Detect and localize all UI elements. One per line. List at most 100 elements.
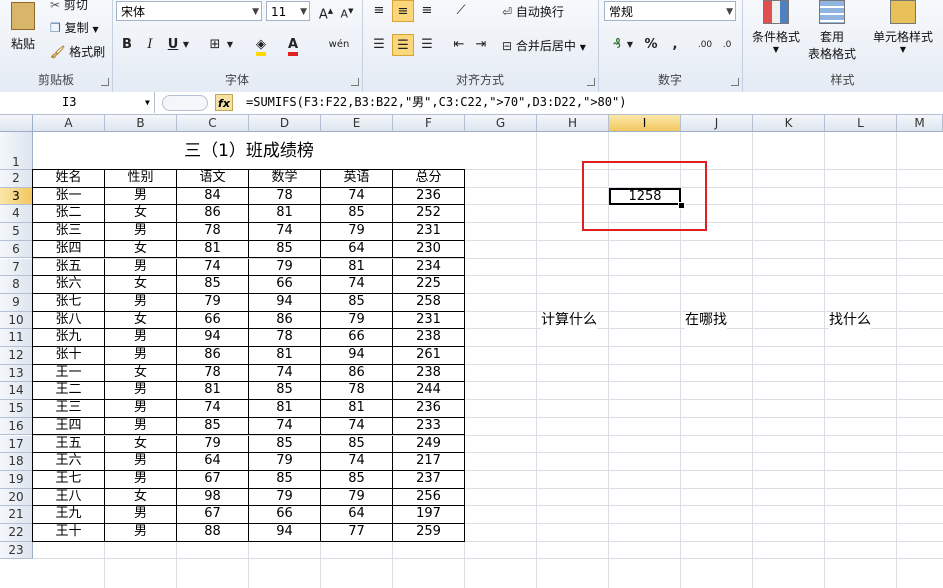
table-data-cell[interactable]: 238 (393, 329, 465, 347)
table-data-cell[interactable]: 男 (105, 453, 177, 471)
table-data-cell[interactable]: 64 (321, 240, 393, 259)
table-data-cell[interactable]: 王一 (33, 364, 105, 383)
dialog-launcher-icon[interactable] (587, 78, 595, 86)
table-data-cell[interactable]: 女 (105, 240, 177, 259)
table-data-cell[interactable]: 94 (321, 347, 393, 365)
wrap-text-button[interactable]: ⏎ 自动换行 (502, 3, 564, 20)
table-data-cell[interactable]: 86 (177, 347, 249, 365)
table-data-cell[interactable]: 79 (177, 435, 249, 454)
column-header-j[interactable]: J (681, 115, 753, 132)
table-data-cell[interactable]: 98 (177, 488, 249, 507)
table-data-cell[interactable]: 88 (177, 524, 249, 542)
paste-button[interactable]: 粘贴 (6, 2, 40, 52)
table-header-cell[interactable]: 总分 (393, 170, 465, 188)
conditional-format-button[interactable]: 条件格式 ▼ (748, 0, 804, 54)
table-data-cell[interactable]: 79 (249, 258, 321, 277)
table-data-cell[interactable]: 张五 (33, 258, 105, 277)
table-data-cell[interactable]: 66 (321, 329, 393, 347)
row-header-17[interactable]: 17 (0, 435, 33, 454)
table-data-cell[interactable]: 252 (393, 205, 465, 224)
table-data-cell[interactable]: 81 (321, 258, 393, 277)
dialog-launcher-icon[interactable] (101, 78, 109, 86)
table-data-cell[interactable]: 张二 (33, 205, 105, 224)
table-data-cell[interactable]: 85 (177, 276, 249, 294)
table-data-cell[interactable]: 79 (321, 488, 393, 507)
table-data-cell[interactable]: 王六 (33, 453, 105, 471)
table-data-cell[interactable]: 张十 (33, 347, 105, 365)
table-data-cell[interactable]: 81 (321, 400, 393, 418)
align-right-button[interactable]: ☰ (416, 34, 438, 56)
column-header-m[interactable]: M (897, 115, 943, 132)
merge-center-button[interactable]: ⊟ 合并后居中 ▼ (502, 37, 586, 54)
row-header-21[interactable]: 21 (0, 506, 33, 524)
row-header-2[interactable]: 2 (0, 170, 33, 188)
row-header-1[interactable]: 1 (0, 132, 33, 170)
table-data-cell[interactable]: 85 (249, 470, 321, 489)
table-header-cell[interactable]: 数学 (249, 170, 321, 188)
row-header-15[interactable]: 15 (0, 400, 33, 418)
table-data-cell[interactable]: 86 (177, 205, 249, 224)
table-data-cell[interactable]: 79 (249, 453, 321, 471)
table-header-cell[interactable]: 英语 (321, 170, 393, 188)
table-data-cell[interactable]: 94 (249, 524, 321, 542)
table-data-cell[interactable]: 81 (249, 400, 321, 418)
column-header-k[interactable]: K (753, 115, 825, 132)
table-data-cell[interactable]: 85 (177, 417, 249, 436)
table-data-cell[interactable]: 王五 (33, 435, 105, 454)
table-data-cell[interactable]: 256 (393, 488, 465, 507)
table-data-cell[interactable]: 男 (105, 506, 177, 524)
column-header-a[interactable]: A (33, 115, 105, 132)
increase-font-button[interactable]: A▲ (315, 0, 337, 22)
table-data-cell[interactable]: 66 (249, 276, 321, 294)
table-data-cell[interactable]: 王四 (33, 417, 105, 436)
row-header-14[interactable]: 14 (0, 382, 33, 401)
font-name-combo[interactable]: 宋体 ▼ (116, 1, 262, 21)
table-header-cell[interactable]: 性别 (105, 170, 177, 188)
table-data-cell[interactable]: 94 (249, 293, 321, 312)
italic-button[interactable]: I (139, 34, 161, 56)
table-data-cell[interactable]: 85 (249, 240, 321, 259)
row-header-3[interactable]: 3 (0, 187, 33, 206)
table-data-cell[interactable]: 77 (321, 524, 393, 542)
table-data-cell[interactable]: 238 (393, 364, 465, 383)
table-data-cell[interactable]: 234 (393, 258, 465, 277)
table-data-cell[interactable]: 74 (321, 276, 393, 294)
table-data-cell[interactable]: 81 (177, 240, 249, 259)
table-data-cell[interactable]: 81 (177, 382, 249, 401)
decrease-indent-button[interactable]: ⇤ (448, 34, 470, 56)
row-header-5[interactable]: 5 (0, 223, 33, 241)
row-header-23[interactable]: 23 (0, 541, 33, 560)
table-data-cell[interactable]: 王八 (33, 488, 105, 507)
table-header-cell[interactable]: 姓名 (33, 170, 105, 188)
table-data-cell[interactable]: 74 (177, 400, 249, 418)
table-data-cell[interactable]: 85 (321, 470, 393, 489)
dialog-launcher-icon[interactable] (351, 78, 359, 86)
table-data-cell[interactable]: 217 (393, 453, 465, 471)
table-data-cell[interactable]: 79 (321, 311, 393, 330)
percent-button[interactable]: % (640, 34, 662, 56)
table-data-cell[interactable]: 王九 (33, 506, 105, 524)
insert-function-button[interactable]: fx (215, 94, 233, 111)
table-data-cell[interactable]: 237 (393, 470, 465, 489)
table-data-cell[interactable]: 79 (321, 223, 393, 241)
table-data-cell[interactable]: 张四 (33, 240, 105, 259)
format-painter-button[interactable]: 🖌 格式刷 (50, 43, 105, 60)
column-header-d[interactable]: D (249, 115, 321, 132)
row-header-20[interactable]: 20 (0, 488, 33, 507)
copy-button[interactable]: ❐ 复制 ▼ (50, 19, 99, 36)
table-data-cell[interactable]: 78 (177, 364, 249, 383)
table-data-cell[interactable]: 259 (393, 524, 465, 542)
row-header-22[interactable]: 22 (0, 524, 33, 542)
table-data-cell[interactable]: 女 (105, 205, 177, 224)
row-header-9[interactable]: 9 (0, 293, 33, 312)
align-middle-button[interactable]: ≡ (392, 0, 414, 22)
select-all-corner[interactable] (0, 115, 33, 132)
increase-decimal-button[interactable]: .00 (694, 34, 716, 56)
row-header-16[interactable]: 16 (0, 417, 33, 436)
table-data-cell[interactable]: 81 (249, 205, 321, 224)
table-data-cell[interactable]: 男 (105, 258, 177, 277)
column-header-c[interactable]: C (177, 115, 249, 132)
table-data-cell[interactable]: 张三 (33, 223, 105, 241)
table-data-cell[interactable]: 66 (177, 311, 249, 330)
column-header-e[interactable]: E (321, 115, 393, 132)
